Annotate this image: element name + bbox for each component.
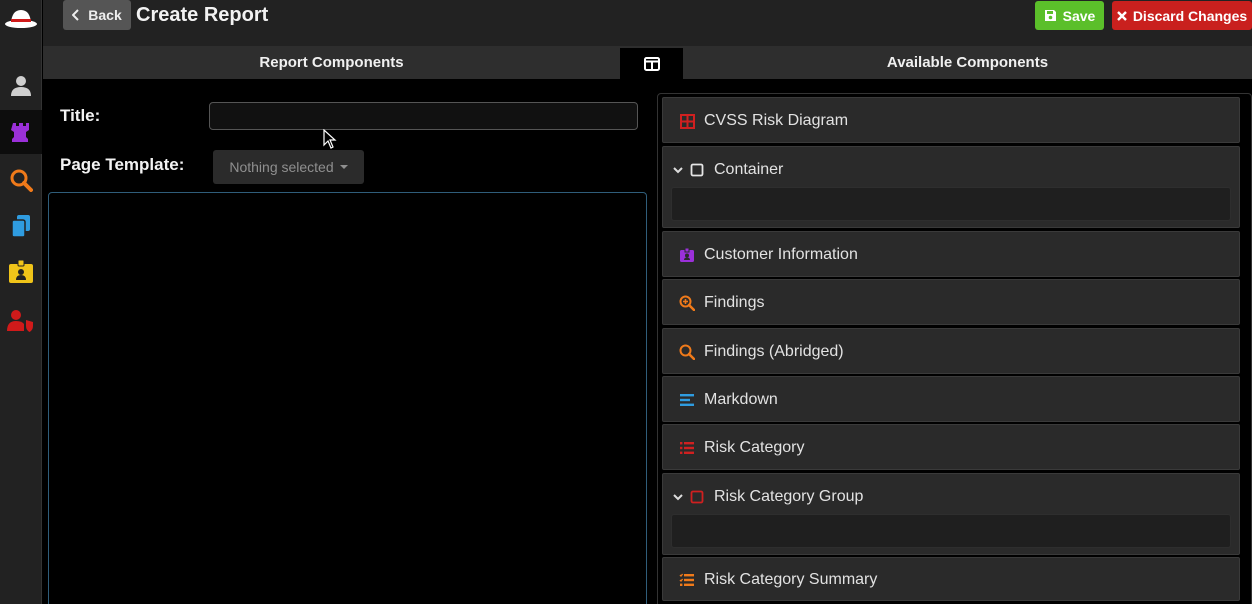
discard-changes-button[interactable]: Discard Changes	[1112, 1, 1252, 30]
component-container[interactable]: Container	[662, 146, 1240, 228]
component-label: Customer Information	[704, 246, 858, 263]
save-label: Save	[1062, 7, 1096, 24]
search-icon	[10, 169, 33, 192]
report-components-dropzone[interactable]	[48, 192, 647, 604]
component-cvss-risk-diagram[interactable]: CVSS Risk Diagram	[662, 97, 1240, 143]
user-shield-icon	[7, 310, 33, 332]
component-customer-information[interactable]: Customer Information	[662, 231, 1240, 277]
search-plus-icon	[678, 294, 696, 312]
chevron-left-icon	[72, 9, 79, 21]
discard-label: Discard Changes	[1132, 7, 1248, 24]
component-label: Markdown	[704, 391, 778, 408]
list-icon	[678, 439, 696, 457]
component-label: Risk Category Group	[714, 488, 864, 505]
save-button[interactable]: Save	[1035, 1, 1104, 30]
component-risk-category[interactable]: Risk Category	[662, 424, 1240, 470]
title-label: Title:	[60, 106, 101, 125]
page-template-select[interactable]: Nothing selected	[213, 150, 364, 184]
square-icon	[688, 161, 706, 179]
component-markdown[interactable]: Markdown	[662, 376, 1240, 422]
logo-icon[interactable]	[0, 0, 42, 36]
available-components-heading: Available Components	[886, 54, 1049, 71]
sidebar-item-badges[interactable]	[0, 250, 42, 294]
top-header: Back Create Report Save Discard Changes	[43, 0, 1252, 46]
component-risk-category-summary[interactable]: Risk Category Summary	[662, 557, 1240, 601]
rook-icon	[11, 123, 29, 142]
sidebar-item-reports[interactable]	[0, 110, 42, 154]
sidebar-item-documents[interactable]	[0, 204, 42, 248]
layout-toggle-button[interactable]	[620, 48, 683, 79]
sidebar-item-admin[interactable]	[0, 298, 42, 342]
table-icon	[678, 112, 696, 130]
id-badge-icon	[9, 260, 33, 283]
report-components-heading: Report Components	[259, 54, 404, 71]
component-label: Container	[714, 161, 784, 178]
component-label: Risk Category	[704, 439, 805, 456]
column-header-bar: Report Components Available Components	[43, 46, 1252, 79]
risk-category-group-dropzone[interactable]	[671, 514, 1231, 548]
chevron-down-icon[interactable]	[671, 493, 685, 501]
component-risk-category-group[interactable]: Risk Category Group	[662, 473, 1240, 555]
sidebar-item-search[interactable]	[0, 158, 42, 202]
sidebar-item-user[interactable]	[0, 64, 42, 108]
floppy-icon	[1044, 10, 1056, 21]
back-button[interactable]: Back	[63, 0, 131, 30]
container-dropzone[interactable]	[671, 187, 1231, 221]
component-findings-abridged[interactable]: Findings (Abridged)	[662, 328, 1240, 374]
component-label: CVSS Risk Diagram	[704, 112, 849, 129]
component-label: Risk Category Summary	[704, 571, 878, 588]
columns-icon	[643, 56, 660, 71]
close-icon	[1116, 10, 1127, 21]
user-icon	[11, 76, 31, 96]
search-icon	[678, 343, 696, 361]
align-icon	[678, 391, 696, 409]
app-sidebar	[0, 0, 42, 604]
copy-icon	[11, 215, 30, 238]
id-card-icon	[678, 246, 696, 264]
back-label: Back	[88, 7, 122, 23]
square-icon	[688, 488, 706, 506]
component-findings[interactable]: Findings	[662, 279, 1240, 325]
component-label: Findings	[704, 294, 765, 311]
page-template-label: Page Template:	[60, 155, 185, 174]
chevron-down-icon[interactable]	[671, 166, 685, 174]
title-input[interactable]	[209, 102, 638, 130]
list-icon	[678, 571, 696, 589]
page-template-value: Nothing selected	[229, 159, 334, 175]
caret-down-icon	[339, 165, 348, 169]
component-label: Findings (Abridged)	[704, 343, 844, 360]
page-title: Create Report	[136, 4, 269, 26]
mouse-cursor-icon	[323, 129, 337, 149]
